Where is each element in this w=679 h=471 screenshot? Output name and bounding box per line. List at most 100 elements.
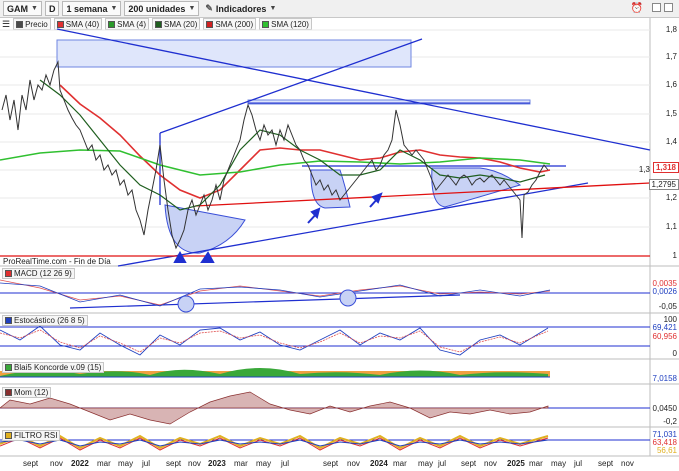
legend-item-sma40[interactable]: SMA (40) (53, 18, 103, 30)
series-swatch (5, 317, 12, 324)
sma-40-line (59, 84, 551, 199)
rsi-panel-label[interactable]: FILTRO RSI (2, 430, 61, 441)
legend-label: SMA (4) (117, 19, 147, 29)
time-axis-label: mar (529, 459, 543, 468)
time-axis-label: 2022 (71, 459, 89, 468)
legend-label: Precio (25, 19, 48, 29)
time-axis-label: mar (97, 459, 111, 468)
stochastic-value: 60,956 (652, 332, 677, 341)
units-selector[interactable]: 200 unidades ▼ (124, 1, 200, 16)
mode-selector[interactable]: D (44, 1, 60, 16)
indicators-button[interactable]: ✎ Indicadores ▼ (202, 2, 279, 15)
legend-label: SMA (20) (164, 19, 198, 29)
chart-toolbar: GAM ▼ D 1 semana ▼ 200 unidades ▼ ✎ Indi… (0, 0, 679, 18)
price-label: 1,2795 (648, 179, 679, 190)
time-axis-label: may (418, 459, 434, 468)
macd-value: 0,0026 (652, 287, 677, 296)
price-tick: 1,5 (665, 109, 677, 118)
zone-box (164, 204, 246, 254)
time-axis-label: nov (347, 459, 360, 468)
momentum-value: 0,0450 (652, 404, 677, 413)
rsi-panel (0, 434, 650, 451)
window-controls (652, 3, 673, 12)
time-axis-label: nov (50, 459, 63, 468)
legend-label: SMA (40) (65, 19, 100, 29)
period-label: 1 semana (66, 3, 108, 14)
chevron-down-icon: ▼ (188, 5, 196, 12)
time-axis-label: nov (484, 459, 497, 468)
zone-box (247, 99, 531, 105)
last-price-label: 1,318 (652, 162, 679, 173)
symbol-label: GAM (7, 3, 28, 14)
series-swatch (206, 20, 214, 28)
time-axis-label: jul (574, 459, 583, 468)
price-tick: 1 (672, 251, 677, 260)
legend-item-sma200[interactable]: SMA (200) (203, 18, 257, 30)
legend-item-precio[interactable]: Precio (13, 18, 51, 30)
time-axis-label: sept (323, 459, 339, 468)
macd-panel (0, 279, 650, 313)
pen-icon: ✎ (205, 3, 213, 13)
price-tick: 1,8 (665, 25, 677, 34)
panel-label: FILTRO RSI (14, 431, 58, 440)
price-tick: 1,2 (665, 193, 677, 202)
momentum-panel-label[interactable]: Mom (12) (2, 387, 52, 398)
time-axis-label: 2025 (507, 459, 525, 468)
price-legend: ☰ Precio SMA (40) SMA (4) SMA (20) SMA (… (2, 18, 312, 30)
legend-item-sma120[interactable]: SMA (120) (259, 18, 312, 30)
stochastic-value: 69,421 (652, 323, 677, 332)
stochastic-panel (0, 325, 650, 356)
time-axis-label: jul (281, 459, 290, 468)
chevron-down-icon: ▼ (269, 5, 277, 12)
legend-label: SMA (120) (271, 19, 309, 29)
time-axis-label: nov (621, 459, 634, 468)
chevron-down-icon: ▼ (110, 5, 118, 12)
legend-item-sma20[interactable]: SMA (20) (152, 18, 201, 30)
koncorde-value: 7,0158 (652, 374, 677, 383)
restore-icon[interactable] (652, 3, 661, 12)
series-swatch (5, 364, 12, 371)
panel-label: Blai5 Koncorde v.09 (15) (14, 363, 102, 372)
series-swatch (5, 432, 12, 439)
macd-panel-label[interactable]: MACD (12 26 9) (2, 268, 75, 279)
indicators-label: Indicadores (215, 3, 267, 14)
data-source-label: ProRealTime.com - Fin de Día (3, 257, 111, 266)
panel-label: Mom (12) (14, 388, 49, 397)
time-axis-label: sept (23, 459, 39, 468)
sma-120-line (0, 149, 551, 176)
mode-label: D (48, 3, 56, 14)
panel-label: Estocástico (26 8 5) (14, 316, 85, 325)
sma-20-line (39, 79, 546, 211)
panel-label: MACD (12 26 9) (14, 269, 72, 278)
zone-box (310, 169, 351, 209)
momentum-value: -0,2 (663, 417, 677, 426)
trendline (56, 28, 651, 151)
price-tick: 1,3 (638, 165, 650, 174)
series-swatch (16, 20, 24, 28)
series-swatch (108, 20, 116, 28)
time-axis-label: mar (393, 459, 407, 468)
trendline (117, 182, 589, 267)
legend-item-sma4[interactable]: SMA (4) (105, 18, 150, 30)
symbol-selector[interactable]: GAM ▼ (3, 1, 42, 16)
arrow-markers (173, 192, 383, 263)
time-axis-label: may (551, 459, 567, 468)
time-axis-label: 2024 (370, 459, 388, 468)
alarm-icon[interactable]: ⏰ (631, 3, 643, 14)
series-swatch (5, 389, 12, 396)
legend-label: SMA (200) (215, 19, 254, 29)
stochastic-value: 0 (672, 349, 677, 358)
rsi-value: 56,61 (656, 446, 677, 455)
price-tick: 1,4 (665, 137, 677, 146)
time-axis-label: may (118, 459, 134, 468)
close-icon[interactable] (664, 3, 673, 12)
trendline (194, 182, 651, 207)
chart-canvas (0, 18, 679, 457)
stochastic-panel-label[interactable]: Estocástico (26 8 5) (2, 315, 88, 326)
period-selector[interactable]: 1 semana ▼ (62, 1, 122, 16)
koncorde-panel-label[interactable]: Blai5 Koncorde v.09 (15) (2, 362, 105, 373)
price-tick: 1,6 (665, 80, 677, 89)
momentum-panel (0, 391, 650, 425)
menu-icon[interactable]: ☰ (2, 19, 10, 30)
units-label: 200 unidades (128, 3, 186, 14)
